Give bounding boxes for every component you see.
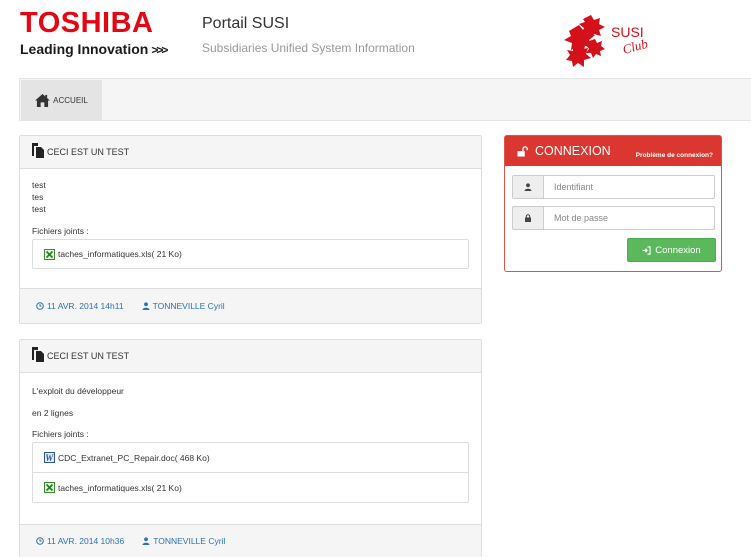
post-text-line: en 2 lignes <box>32 408 74 418</box>
post-footer: 11 AVR. 2014 14h11 TONNEVILLE Cyril <box>20 288 481 323</box>
post-text-line: test <box>32 204 46 214</box>
excel-file-icon <box>44 482 55 493</box>
home-icon <box>35 93 51 107</box>
login-panel: CONNEXION Problème de connexion? Connexi… <box>504 135 722 272</box>
post-card: CECI EST UN TEST test tes test Fichiers … <box>19 135 482 324</box>
documents-icon <box>32 143 44 158</box>
page-header: TOSHIBA Leading Innovation >>> Portail SU… <box>0 0 751 75</box>
attachments-list: taches_informatiques.xls( 21 Ko) <box>32 239 469 269</box>
post-card: CECI EST UN TEST L'exploit du développeu… <box>19 339 482 557</box>
password-field-group <box>512 206 715 230</box>
nav-item-accueil[interactable]: ACCUEIL <box>21 80 102 120</box>
attachment-item[interactable]: W CDC_Extranet_PC_Repair.doc( 468 Ko) <box>33 443 468 472</box>
nav-item-label: ACCUEIL <box>53 95 88 105</box>
attachment-name: CDC_Extranet_PC_Repair.doc( 468 Ko) <box>58 452 210 463</box>
post-text-line: tes <box>32 192 44 202</box>
portal-subtitle: Subsidiaries Unified System Information <box>202 41 415 55</box>
toshiba-tagline: Leading Innovation >>> <box>20 41 168 57</box>
word-file-icon: W <box>44 452 55 463</box>
user-icon <box>142 537 150 545</box>
post-title: CECI EST UN TEST <box>47 147 130 157</box>
lock-icon <box>525 214 531 222</box>
attachments-label: Fichiers joints : <box>32 429 89 439</box>
toshiba-logo[interactable]: TOSHIBA <box>20 8 153 38</box>
post-author-text: TONNEVILLE Cyril <box>152 301 225 311</box>
login-button[interactable]: Connexion <box>627 238 716 262</box>
user-icon <box>142 302 150 310</box>
username-input[interactable] <box>544 176 714 198</box>
post-header: CECI EST UN TEST <box>20 136 481 169</box>
post-body: L'exploit du développeur en 2 lignes Fic… <box>20 373 481 503</box>
attachment-name: taches_informatiques.xls( 21 Ko) <box>58 249 182 259</box>
user-icon <box>524 183 532 191</box>
sign-in-icon <box>642 245 651 255</box>
attachment-name: taches_informatiques.xls( 21 Ko) <box>58 482 182 493</box>
svg-text:W: W <box>45 453 54 463</box>
login-button-label: Connexion <box>655 244 701 256</box>
post-author[interactable]: TONNEVILLE Cyril <box>142 301 225 311</box>
login-header: CONNEXION Problème de connexion? <box>505 136 721 166</box>
post-text-line: L'exploit du développeur <box>32 386 124 396</box>
post-footer: 11 AVR. 2014 10h36 TONNEVILLE Cyril <box>20 524 481 557</box>
post-text-line: test <box>32 180 46 190</box>
tagline-text: Leading Innovation <box>20 41 149 57</box>
password-input[interactable] <box>544 207 714 229</box>
excel-file-icon <box>44 248 55 260</box>
username-field-group <box>512 175 715 199</box>
post-date-text: 11 AVR. 2014 14h11 <box>47 301 124 311</box>
attachments-label: Fichiers joints : <box>32 226 89 236</box>
username-addon <box>513 176 544 198</box>
login-help-link[interactable]: Problème de connexion? <box>636 152 713 159</box>
susi-club-logo[interactable]: SUSI Club <box>561 11 671 71</box>
tagline-arrows: >>> <box>151 43 168 57</box>
attachments-list: W CDC_Extranet_PC_Repair.doc( 468 Ko) ta… <box>32 442 469 503</box>
post-date[interactable]: 11 AVR. 2014 14h11 <box>36 301 124 311</box>
post-header: CECI EST UN TEST <box>20 340 481 373</box>
unlock-icon <box>517 145 528 157</box>
attachment-item[interactable]: taches_informatiques.xls( 21 Ko) <box>33 472 468 502</box>
post-date-text: 11 AVR. 2014 10h36 <box>47 536 125 546</box>
main-navbar: ACCUEIL <box>19 78 751 121</box>
clock-icon <box>36 537 44 545</box>
post-author-text: TONNEVILLE Cyril <box>153 536 226 546</box>
attachment-item[interactable]: taches_informatiques.xls( 21 Ko) <box>33 240 468 268</box>
clock-icon <box>36 302 44 310</box>
password-addon <box>513 207 544 229</box>
post-date[interactable]: 11 AVR. 2014 10h36 <box>36 536 124 546</box>
login-title: CONNEXION <box>535 144 611 158</box>
post-body: test tes test Fichiers joints : taches_i… <box>20 169 481 269</box>
post-title: CECI EST UN TEST <box>47 351 130 361</box>
post-author[interactable]: TONNEVILLE Cyril <box>142 536 225 546</box>
portal-title: Portail SUSI <box>202 15 290 32</box>
documents-icon <box>32 347 44 362</box>
